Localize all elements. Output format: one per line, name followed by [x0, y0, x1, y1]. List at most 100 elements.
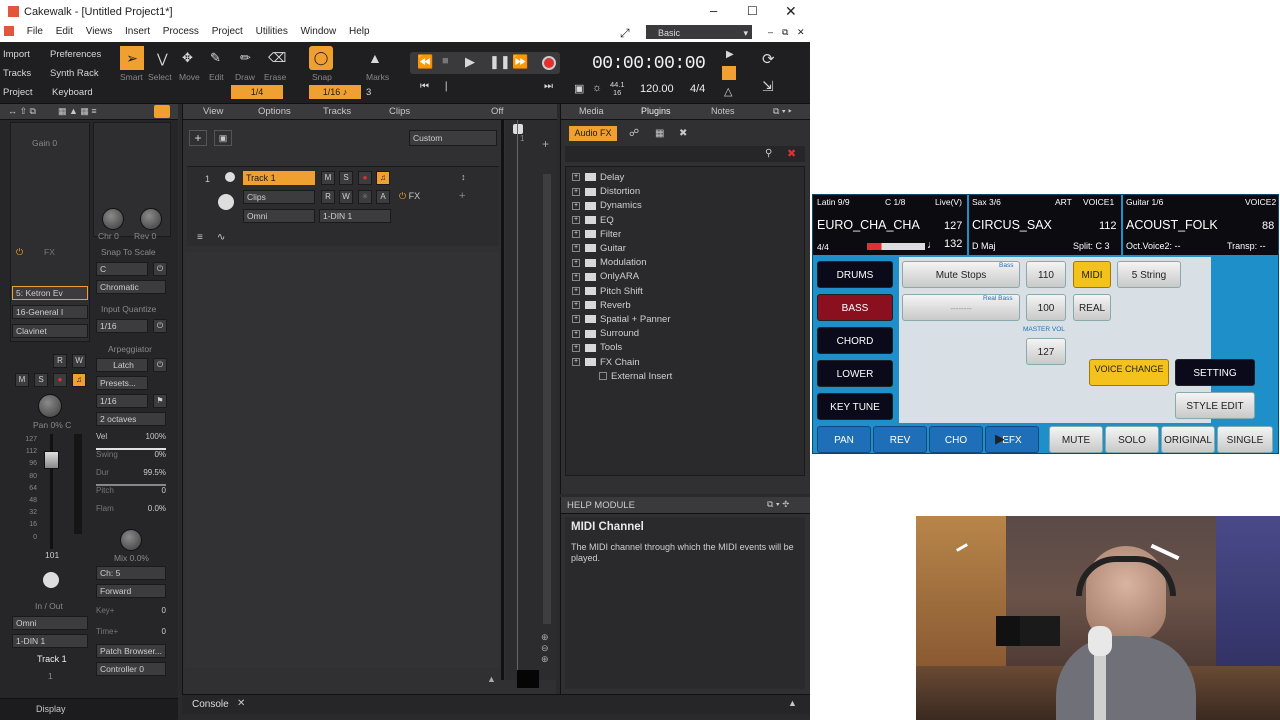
scale-root-select[interactable]: C — [96, 262, 148, 276]
menu-clips[interactable]: Clips — [389, 106, 410, 117]
metronome-toggle[interactable]: △ — [724, 85, 732, 98]
menu-window[interactable]: Window — [301, 24, 337, 40]
strip-arm-button[interactable]: ● — [53, 373, 67, 387]
volume-fader[interactable] — [44, 451, 59, 469]
loop-icon[interactable]: ⟳ — [762, 50, 775, 68]
sync-icon[interactable]: ☼ — [592, 82, 602, 94]
track-monitor-button[interactable]: ♫ — [376, 171, 390, 185]
nav-arrows-icon[interactable]: ↔ ⇧ ⧉ — [8, 106, 36, 117]
marks-icon[interactable]: ▲ — [368, 50, 382, 66]
menu-project[interactable]: Project — [212, 24, 243, 40]
metronome-icon[interactable]: ▣ — [574, 82, 584, 95]
edit-tool-icon[interactable]: ✎ — [210, 50, 221, 66]
clips-select[interactable]: Clips — [243, 190, 315, 204]
plugin-category-distortion[interactable]: + Distortion — [572, 186, 640, 200]
punch-icon[interactable]: ▶ — [726, 49, 734, 60]
midi-button[interactable]: MIDI — [1073, 261, 1111, 288]
input-select[interactable]: Omni — [12, 616, 88, 630]
plugin-category-filter[interactable]: + Filter — [572, 229, 621, 243]
track-menu-icon[interactable]: ▣ — [214, 130, 232, 146]
expand-icon[interactable]: + — [572, 187, 580, 196]
go-end-icon[interactable]: ⏭ — [544, 81, 553, 92]
meter-display[interactable]: 4/4 — [690, 83, 705, 95]
mix-knob[interactable] — [120, 529, 142, 551]
arp-lock-icon[interactable]: ⚑ — [153, 394, 167, 408]
key-param[interactable]: Key+ 0 — [96, 606, 166, 615]
record-icon[interactable] — [542, 56, 556, 70]
grid-value-field[interactable]: 1/16 ♪ — [309, 85, 361, 99]
direction-select[interactable]: Forward — [96, 584, 166, 598]
menu-views[interactable]: Views — [86, 24, 113, 40]
fast-forward-icon[interactable]: ⏩ — [512, 54, 528, 70]
fullscreen-icon[interactable]: ⤢ — [620, 25, 630, 41]
bass-volume-110[interactable]: 110 — [1026, 261, 1066, 288]
envelope-icon[interactable]: ∿ — [217, 232, 225, 243]
iq-power-icon[interactable]: ⏻ — [153, 319, 167, 333]
expand-icon[interactable]: + — [572, 173, 580, 182]
preset-select[interactable]: Clavinet — [12, 324, 88, 338]
plugin-category-reverb[interactable]: + Reverb — [572, 300, 631, 314]
mute-button[interactable]: MUTE — [1049, 426, 1103, 453]
tab-plugins[interactable]: Plugins — [641, 106, 671, 116]
track-synth-large-icon[interactable] — [218, 194, 234, 210]
inspector-tool-icons[interactable]: ▦ ▲ ▦ ≡ — [58, 106, 97, 117]
plugin-manager-icon[interactable]: ☍ — [629, 128, 639, 139]
dur-param[interactable]: Dur 99.5% — [96, 468, 166, 486]
menu-edit[interactable]: Edit — [56, 24, 73, 40]
expand-icon[interactable]: + — [572, 230, 580, 239]
stop-icon[interactable]: ■ — [442, 55, 449, 67]
cho-button[interactable]: CHO — [929, 426, 983, 453]
expand-icon[interactable]: + — [572, 287, 580, 296]
collapse-bottom-icon[interactable]: ▲ — [487, 674, 496, 684]
help-window-icons[interactable]: ⧉ ▾ ✥ — [767, 499, 789, 510]
efx-button[interactable]: EFX — [985, 426, 1039, 453]
plugin-category-external-insert[interactable]: +External Insert — [586, 371, 672, 385]
solo-button[interactable]: SOLO — [1105, 426, 1159, 453]
expand-icon[interactable]: + — [572, 272, 580, 281]
patch-browser-button[interactable]: Patch Browser... — [96, 644, 166, 658]
master-volume-field[interactable]: 127 — [1026, 338, 1066, 365]
clear-search-icon[interactable]: ✖ — [787, 147, 796, 160]
latch-button[interactable]: Latch — [96, 358, 148, 372]
project-button[interactable]: Project — [3, 87, 33, 98]
style-edit-button[interactable]: STYLE EDIT — [1175, 392, 1255, 419]
collapse-icon[interactable]: ⇲ — [762, 78, 774, 95]
pitch-param[interactable]: Pitch 0 — [96, 486, 166, 504]
original-button[interactable]: ORIGINAL — [1161, 426, 1215, 453]
tempo-display[interactable]: 120.00 — [640, 83, 674, 95]
erase-tool-icon[interactable]: ⌫ — [268, 50, 286, 66]
track-output-select[interactable]: 1-DIN 1 — [319, 209, 391, 223]
expand-icon[interactable]: + — [572, 329, 580, 338]
layout-icon[interactable]: ▦ — [655, 128, 664, 139]
lower-button[interactable]: LOWER — [817, 360, 893, 387]
select-tool-icon[interactable]: ⋁ — [157, 51, 168, 67]
tracks-button[interactable]: Tracks — [3, 68, 31, 79]
menu-process[interactable]: Process — [163, 24, 199, 40]
input-quantize-select[interactable]: 1/16 — [96, 319, 148, 333]
arp-presets-select[interactable]: Presets... — [96, 376, 148, 390]
rev-button[interactable]: REV — [873, 426, 927, 453]
bass-button[interactable]: BASS — [817, 294, 893, 321]
menu-utilities[interactable]: Utilities — [256, 24, 288, 40]
strip-r-button[interactable]: R — [53, 354, 67, 368]
snap-value-field[interactable]: 1/4 — [231, 85, 283, 99]
track-arm-button[interactable]: ● — [358, 171, 372, 185]
doc-restore[interactable]: ⧉ — [782, 24, 788, 40]
voice1-slot[interactable]: Sax 3/6 ART VOICE1 CIRCUS_SAX 112 D Maj … — [969, 195, 1121, 255]
plugin-category-delay[interactable]: + Delay — [572, 172, 624, 186]
menu-file[interactable]: File — [27, 24, 43, 40]
snap-icon[interactable]: ◯ — [309, 46, 333, 70]
plugin-category-eq[interactable]: + EQ — [572, 215, 614, 229]
key-tune-button[interactable]: KEY TUNE — [817, 393, 893, 420]
synth-rack-button[interactable]: Synth Rack — [50, 68, 99, 79]
expand-icon[interactable]: + — [572, 201, 580, 210]
pan-button[interactable]: PAN — [817, 426, 871, 453]
audio-fx-button[interactable]: Audio FX — [569, 126, 617, 141]
scale-power-icon[interactable]: ⏻ — [153, 262, 167, 276]
fx-power-icon[interactable]: ⏻ — [16, 247, 23, 258]
time-display[interactable]: 00:00:00:00 — [592, 54, 706, 74]
strip-monitor-button[interactable]: ♫ — [72, 373, 86, 387]
maximize-button[interactable]: ☐ — [747, 4, 758, 18]
reverb-knob[interactable] — [140, 208, 162, 230]
play-icon[interactable]: ▶ — [465, 54, 475, 70]
